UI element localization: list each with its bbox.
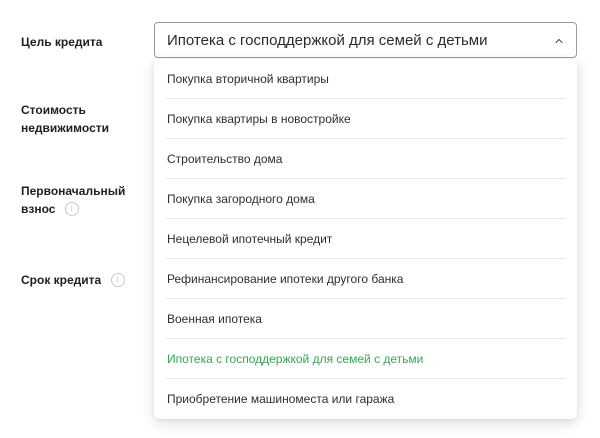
info-icon[interactable]: i xyxy=(64,201,79,216)
option-secondary-apartment[interactable]: Покупка вторичной квартиры xyxy=(166,59,565,99)
loan-term-label: Срок кредита xyxy=(21,273,102,287)
option-house-construction[interactable]: Строительство дома xyxy=(166,139,565,179)
option-parking-garage[interactable]: Приобретение машиноместа или гаража xyxy=(166,379,565,419)
mortgage-calculator-form: Цель кредита Стоимость недвижимости Перв… xyxy=(0,0,600,438)
option-family-mortgage[interactable]: Ипотека с господдержкой для семей с деть… xyxy=(166,339,565,379)
option-refinancing[interactable]: Рефинансирование ипотеки другого банка xyxy=(166,259,565,299)
loan-purpose-select-value: Ипотека с господдержкой для семей с деть… xyxy=(167,32,488,49)
option-military-mortgage[interactable]: Военная ипотека xyxy=(166,299,565,339)
property-cost-label: Стоимость недвижимости xyxy=(21,103,109,135)
loan-term-label-wrap: Срок кредита i xyxy=(21,271,125,289)
option-new-building-apartment[interactable]: Покупка квартиры в новостройке xyxy=(166,99,565,139)
option-non-purpose-mortgage[interactable]: Нецелевой ипотечный кредит xyxy=(166,219,565,259)
loan-purpose-dropdown: Покупка вторичной квартиры Покупка кварт… xyxy=(154,59,577,419)
info-icon[interactable]: i xyxy=(110,272,125,287)
down-payment-label-wrap: Первоначальный взнос i xyxy=(21,182,131,218)
chevron-up-icon xyxy=(555,38,563,44)
loan-purpose-select[interactable]: Ипотека с господдержкой для семей с деть… xyxy=(154,22,577,58)
option-country-house[interactable]: Покупка загородного дома xyxy=(166,179,565,219)
loan-purpose-label: Цель кредита xyxy=(21,35,103,49)
